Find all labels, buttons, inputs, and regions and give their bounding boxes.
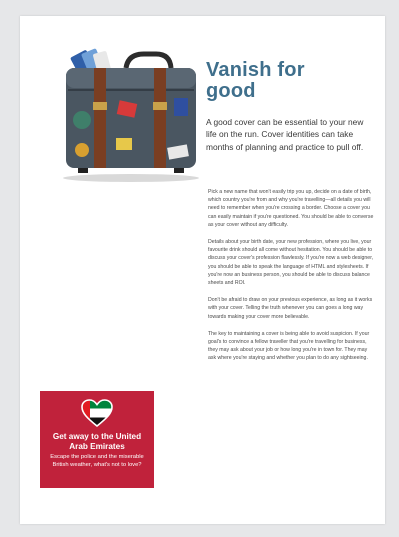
promo-subtitle: Escape the police and the miserable Brit… bbox=[50, 454, 144, 468]
body-paragraph: The key to maintaining a cover is being … bbox=[208, 330, 370, 362]
article-page: Vanish for good A good cover can be esse… bbox=[20, 16, 385, 524]
suitcase-image bbox=[63, 48, 199, 182]
body-paragraph: Details about your birth date, your new … bbox=[208, 239, 374, 287]
uae-flag-heart-icon bbox=[81, 399, 113, 427]
body-paragraph: Pick a new name that won't easily trip y… bbox=[208, 189, 374, 228]
body-paragraph: Don't be afraid to draw on your previous… bbox=[208, 297, 373, 320]
promo-title: Get away to the United Arab Emirates bbox=[52, 432, 142, 451]
article-lede: A good cover can be essential to your ne… bbox=[206, 117, 364, 152]
article-body: Pick a new name that won't easily trip y… bbox=[208, 188, 376, 372]
promo-box-uae[interactable]: Get away to the United Arab Emirates Esc… bbox=[40, 391, 154, 488]
article-title: Vanish for good bbox=[206, 59, 305, 102]
